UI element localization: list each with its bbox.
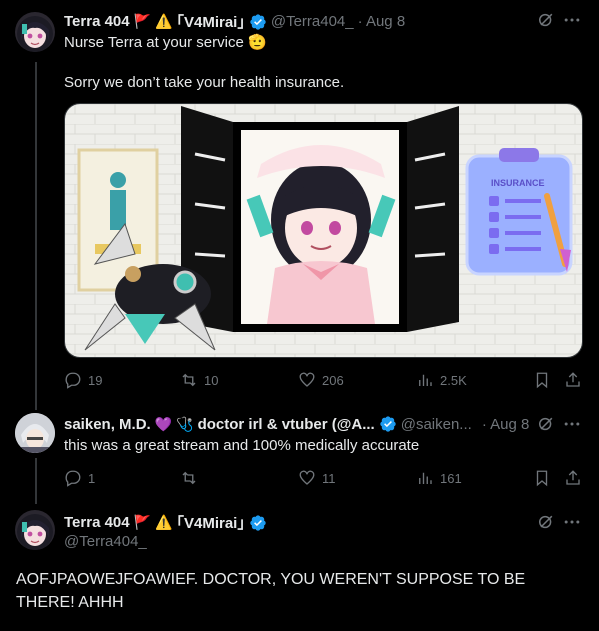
avatar[interactable] [15,510,55,550]
flag-icon: 🚩 [133,514,152,530]
stethoscope-icon: 🩺 [176,415,194,432]
author-name[interactable]: Terra 404 [64,514,130,531]
repost-button[interactable] [180,469,204,487]
repost-button[interactable]: 10 [180,371,218,389]
author-name[interactable]: Terra 404 [64,13,130,30]
bookmark-icon[interactable] [533,371,551,389]
repost-icon [182,373,196,387]
heart-icon [299,470,315,485]
flag-icon: 🚩 [133,13,152,29]
bookmark-icon[interactable] [533,469,551,487]
grok-icon[interactable] [536,10,556,30]
avatar[interactable] [15,12,55,52]
share-icon[interactable] [564,469,582,487]
more-icon[interactable] [562,10,582,30]
insurance-label: INSURANCE [491,178,545,188]
tweet1-text-line1: Nurse Terra at your service 🫡 [64,33,267,53]
thread-line [35,458,37,504]
tweet2-text: this was a great stream and 100% medical… [64,437,420,454]
view-count: 161 [440,470,462,486]
author-name[interactable]: saiken, M.D. [64,416,151,433]
views-icon [419,472,432,484]
author-tag: ｢V4Mirai｣ [176,515,245,532]
repost-icon [182,471,196,485]
verified-badge-icon [250,13,266,30]
tweet2-header: saiken, M.D. 💜 🩺 doctor irl & vtuber (@A… [64,415,529,433]
grok-icon[interactable] [536,414,556,434]
tweet1-line1: Nurse Terra at your service [64,34,244,51]
like-button[interactable]: 11 [298,469,336,487]
author-name-rest[interactable]: doctor irl & vtuber (@A... [198,416,375,433]
tweet-media[interactable]: INSURANCE [64,103,583,358]
reply-button[interactable]: 1 [64,469,95,487]
view-count: 2.5K [440,372,467,388]
like-button[interactable]: 206 [298,371,344,389]
author-handle[interactable]: @Terra404_ [64,533,147,550]
reply-icon [65,372,81,389]
salute-emoji: 🫡 [247,34,267,51]
author-handle[interactable]: @Terra404_ [271,13,354,30]
avatar[interactable] [15,413,55,453]
warning-icon: ⚠️ [155,514,173,530]
tweet3-text: AOFJPAOWEJFOAWIEF. DOCTOR, YOU WEREN'T S… [16,571,526,611]
more-icon[interactable] [562,414,582,434]
views-icon [419,374,432,386]
tweet-date[interactable]: · Aug 8 [482,416,530,433]
tweet1-header: Terra 404 🚩 ⚠️ ｢V4Mirai｣ @Terra404_ · Au… [64,11,405,32]
views-button[interactable]: 161 [416,469,462,487]
reply-count: 1 [88,470,96,486]
warning-icon: ⚠️ [155,13,173,29]
reply-count: 19 [88,372,103,388]
like-count: 206 [322,372,344,388]
repost-count: 10 [204,372,219,388]
heart-icon [299,372,315,387]
reply-button[interactable]: 19 [64,371,102,389]
views-button[interactable]: 2.5K [416,371,467,389]
reply-icon [65,470,81,487]
share-icon[interactable] [564,371,582,389]
author-tag: ｢V4Mirai｣ [176,14,245,31]
verified-badge-icon [250,514,266,531]
more-icon[interactable] [562,512,582,532]
purple-heart-icon: 💜 [154,415,173,432]
author-handle[interactable]: @saiken... [401,416,472,433]
verified-badge-icon [380,416,396,432]
tweet3-header: Terra 404 🚩 ⚠️ ｢V4Mirai｣ [64,512,267,533]
grok-icon[interactable] [536,512,556,532]
like-count: 11 [322,470,336,486]
tweet-date[interactable]: · Aug 8 [358,13,406,30]
tweet1-line2: Sorry we don’t take your health insuranc… [64,74,345,91]
thread-line [35,62,37,410]
